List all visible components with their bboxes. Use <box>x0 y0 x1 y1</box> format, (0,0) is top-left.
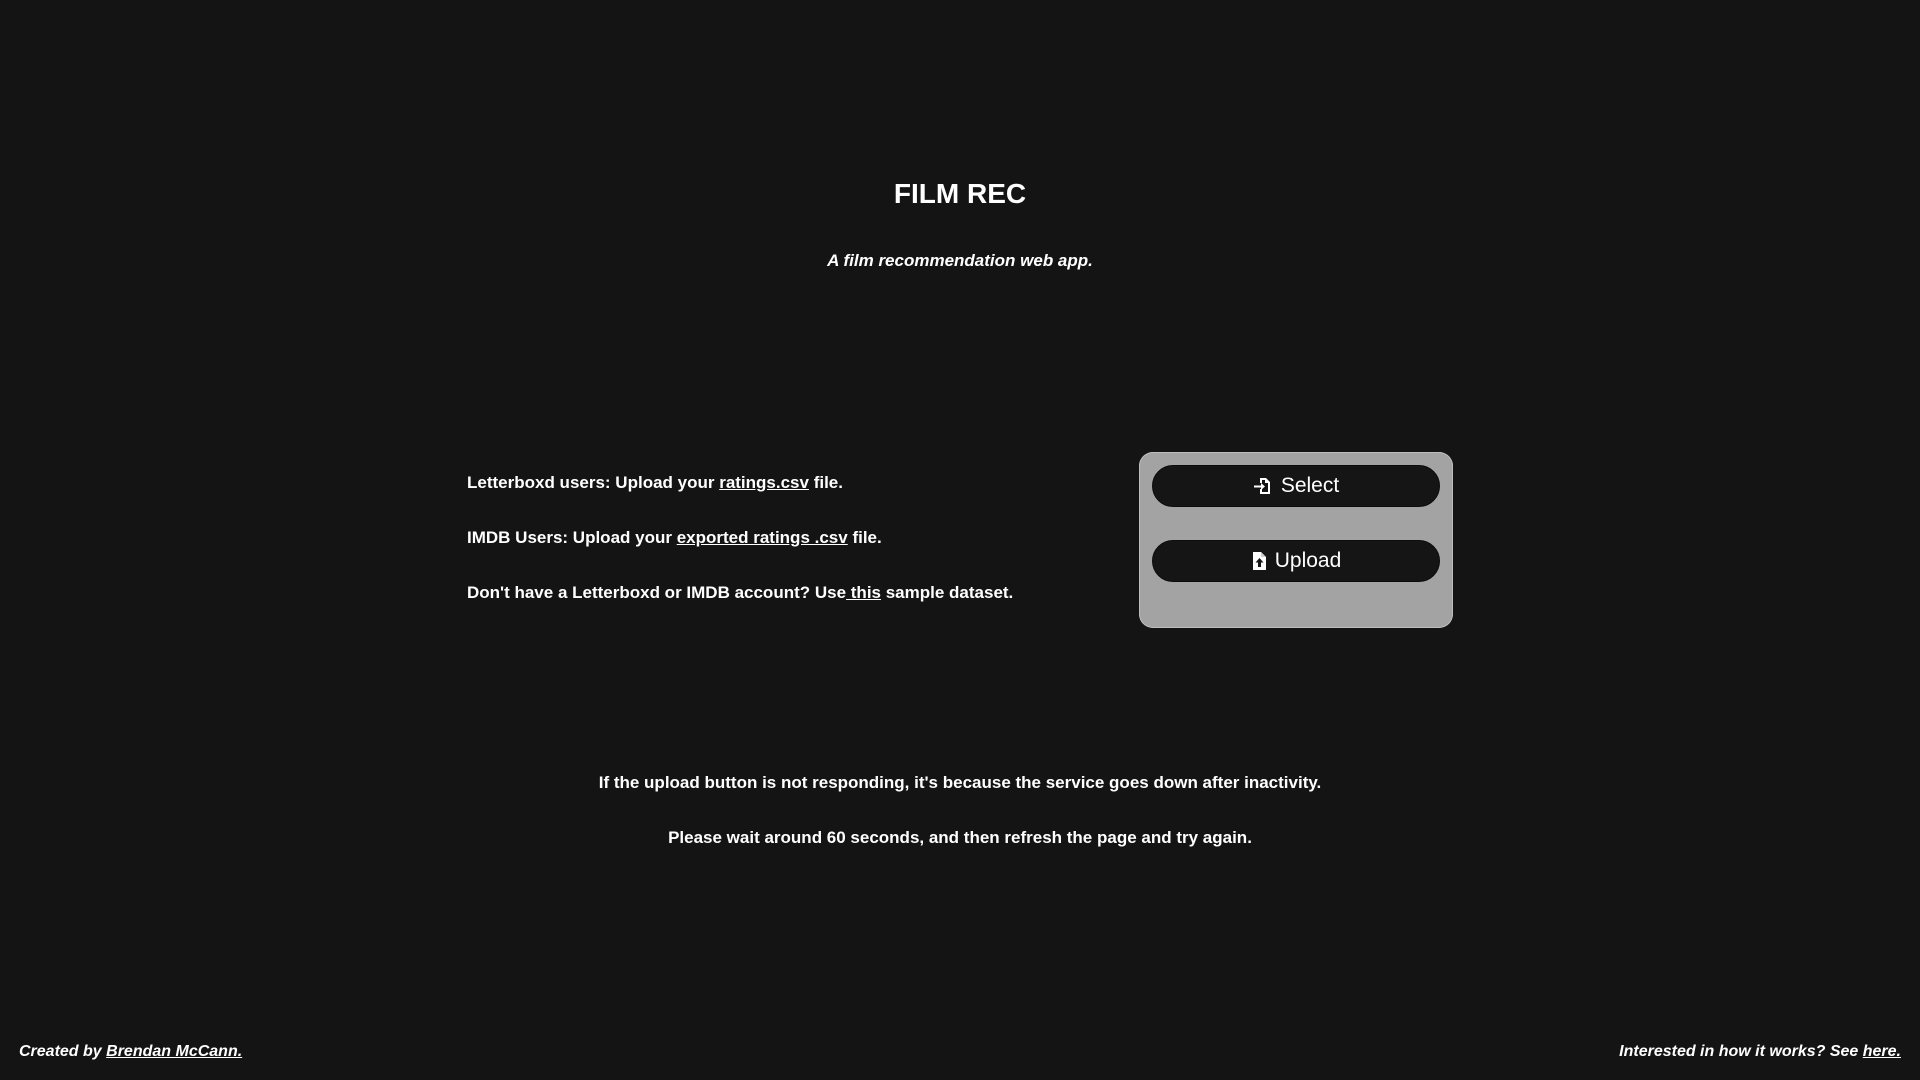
letterboxd-ratings-link[interactable]: ratings.csv <box>719 473 809 492</box>
page-subtitle: A film recommendation web app. <box>827 251 1093 270</box>
sample-instruction-prefix: Don't have a Letterboxd or IMDB account?… <box>467 583 847 602</box>
sample-dataset-link[interactable]: this <box>846 583 881 602</box>
imdb-instruction-suffix: file. <box>847 528 882 547</box>
footer-how-it-works: Interested in how it works? See here. <box>1619 1043 1901 1061</box>
page-title: FILM REC <box>893 178 1027 209</box>
sample-instruction: Don't have a Letterboxd or IMDB account?… <box>467 583 1087 603</box>
file-upload-icon <box>1251 551 1267 571</box>
letterboxd-instruction-suffix: file. <box>808 473 843 492</box>
how-it-works-link[interactable]: here. <box>1863 1043 1901 1060</box>
upload-button-label: Upload <box>1274 549 1342 572</box>
imdb-instruction: IMDB Users: Upload your exported ratings… <box>467 528 1087 548</box>
instructions: Letterboxd users: Upload your ratings.cs… <box>467 473 1087 638</box>
upload-button[interactable]: Upload <box>1152 540 1440 582</box>
page: FILM REC A film recommendation web app. … <box>0 0 1920 1080</box>
upload-panel: Select Upload <box>1139 452 1453 628</box>
sample-instruction-suffix: sample dataset. <box>881 583 1014 602</box>
select-button-label: Select <box>1280 474 1340 497</box>
footer-how-prefix: Interested in how it works? See <box>1619 1043 1863 1060</box>
letterboxd-instruction-prefix: Letterboxd users: Upload your <box>467 473 720 492</box>
imdb-export-link[interactable]: exported ratings .csv <box>677 528 848 547</box>
imdb-instruction-prefix: IMDB Users: Upload your <box>467 528 677 547</box>
select-button[interactable]: Select <box>1152 465 1440 507</box>
inactivity-notice: If the upload button is not responding, … <box>598 773 1322 792</box>
footer-credit: Created by Brendan McCann. <box>19 1043 242 1061</box>
author-link[interactable]: Brendan McCann. <box>106 1043 242 1060</box>
footer-credit-prefix: Created by <box>19 1043 107 1060</box>
letterboxd-instruction: Letterboxd users: Upload your ratings.cs… <box>467 473 1087 493</box>
wait-notice: Please wait around 60 seconds, and then … <box>668 828 1252 847</box>
file-import-icon <box>1253 476 1273 496</box>
